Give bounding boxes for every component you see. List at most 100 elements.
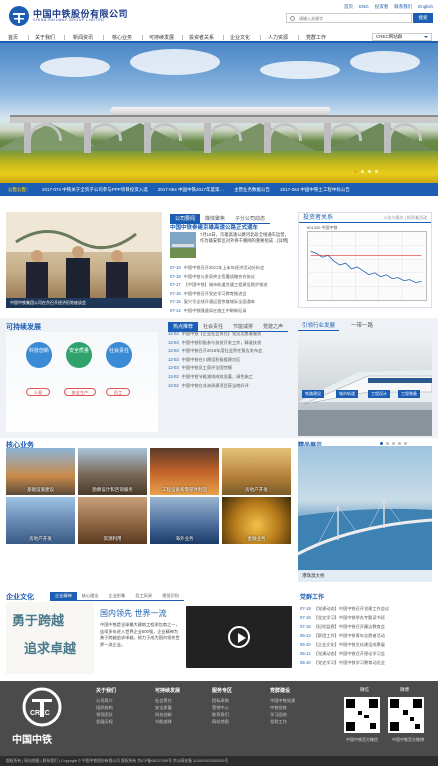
nav-about[interactable]: 关于我们: [35, 34, 55, 41]
pager-dot[interactable]: [368, 170, 371, 173]
footer-link[interactable]: 中铁党校: [270, 704, 295, 711]
biz-tile[interactable]: 资源利用: [78, 497, 147, 544]
footer-link[interactable]: 网站地图: [212, 718, 232, 725]
footer-link[interactable]: 科技创新: [155, 711, 180, 718]
list-item[interactable]: 07-15 复兴号全线开通运营京雄城际全面通车: [170, 298, 292, 307]
pager-dot[interactable]: [392, 442, 395, 445]
footer-link[interactable]: 安全质量: [155, 704, 180, 711]
nav-home[interactable]: 首页: [8, 34, 18, 41]
footer-link[interactable]: 组织结构: [96, 704, 116, 711]
list-item[interactable]: 12-03 中国中铁员工获评全国劳模: [168, 364, 294, 373]
top-link-contact[interactable]: 联系我们: [394, 4, 412, 10]
sustain-title[interactable]: 可持续发展: [6, 322, 41, 332]
tab-vi[interactable]: 视觉识别: [157, 592, 184, 601]
search-button[interactable]: 搜索: [413, 13, 433, 23]
list-item[interactable]: 07-19 【党建动态】中国中铁召开党建工作会议: [300, 604, 432, 613]
tab-image[interactable]: 企业形象: [103, 592, 131, 601]
oval-staff[interactable]: 员工: [106, 388, 130, 396]
list-item[interactable]: 12-03 中国中铁积极参与扶贫开发工作，精准扶贫: [168, 339, 294, 348]
search-input[interactable]: [287, 14, 411, 22]
nav-business[interactable]: 核心业务: [112, 34, 132, 41]
biz-tile[interactable]: 勘察设计和咨询服务: [78, 448, 147, 495]
list-item[interactable]: 05-12 【党建动态】中国中铁召开理论学习会: [300, 649, 432, 658]
circle-safety[interactable]: 安全质量: [66, 342, 92, 368]
list-item[interactable]: 07-18 中国中铁与多家央企签署战略合作协议: [170, 273, 292, 282]
news-photo[interactable]: 中国中铁集团公司在京召开经济形势座谈会: [6, 212, 162, 308]
tab-belt-road[interactable]: 一带一路: [347, 320, 377, 331]
list-item[interactable]: 07-16 【纪检监察】中国中铁召开廉洁教育会: [300, 622, 432, 631]
oval-safety[interactable]: 安全生产: [64, 388, 96, 396]
footer-link[interactable]: 发展历程: [96, 718, 116, 725]
culture-title[interactable]: 企业文化: [6, 592, 34, 602]
party-title[interactable]: 党群工作: [300, 592, 324, 601]
list-item[interactable]: 12-03 中国中铁召开2016年度社会责任报告发布会: [168, 347, 294, 356]
list-item[interactable]: 06-10 【企业文化】中国中铁文化建设成果展: [300, 640, 432, 649]
headline-thumbnail[interactable]: [170, 232, 196, 258]
tab-industry-lead[interactable]: 引领行业发展: [298, 320, 340, 331]
list-item[interactable]: 12-03 中国中铁【企业社会责任】党员志愿者服务: [168, 330, 294, 339]
list-item[interactable]: 07-17 【中国中铁】城市轨道交通工程建设稳步推进: [170, 281, 292, 290]
list-item[interactable]: 07-14 中国中铁隧道局在施工中刷新纪录: [170, 307, 292, 316]
list-item[interactable]: 05-10 【党史学习】中国中铁学习教育动员会: [300, 658, 432, 667]
biz-tile[interactable]: 金融业务: [222, 497, 291, 544]
footer-link[interactable]: 中国中铁党建: [270, 697, 295, 704]
list-item[interactable]: 07-16 中国中铁召开党史学习教育推进会: [170, 290, 292, 299]
tab-spirit[interactable]: 企业精神: [50, 592, 77, 601]
footer-link[interactable]: 社会责任: [155, 697, 180, 704]
circle-tech[interactable]: 科技创新: [26, 342, 52, 368]
top-link-english[interactable]: English: [418, 4, 433, 10]
pager-dot[interactable]: [354, 170, 357, 173]
footer-link[interactable]: 联系我们: [212, 711, 232, 718]
top-link-home[interactable]: 首页: [344, 4, 353, 10]
nav-culture[interactable]: 企业文化: [230, 34, 250, 41]
top-link-investor[interactable]: 投资者: [375, 4, 389, 10]
stock-chart[interactable]: [307, 231, 427, 301]
crec-logo-icon[interactable]: [8, 5, 30, 27]
footer-link[interactable]: 招标采购: [212, 697, 232, 704]
nav-party[interactable]: 党群工作: [306, 34, 326, 41]
badge-design[interactable]: 工程设计: [368, 390, 390, 398]
footer-link[interactable]: 营销中心: [212, 704, 232, 711]
tab-core[interactable]: 核心理念: [76, 592, 104, 601]
biz-tile[interactable]: 房地产开发: [222, 448, 291, 495]
investor-sub-links[interactable]: 公告与股东 | 投资者活动: [384, 215, 427, 221]
biz-tile[interactable]: 房地产开发: [6, 497, 75, 544]
nav-sustain[interactable]: 可持续发展: [149, 34, 174, 41]
top-link-eng[interactable]: ENG: [359, 4, 369, 10]
hero-banner[interactable]: [0, 43, 438, 183]
list-item[interactable]: 07-19 中国中铁召开2021年上半年经济活动分析会: [170, 264, 292, 273]
pager-dot[interactable]: [361, 170, 364, 173]
pager-dot[interactable]: [380, 442, 383, 445]
footer-link[interactable]: 学习园地: [270, 711, 295, 718]
nav-investor[interactable]: 投资者关系: [189, 34, 214, 41]
biz-tile[interactable]: 工程设备和零部件制造: [150, 448, 219, 495]
notice-item[interactable]: 主营业务数据公告: [234, 183, 270, 196]
fine-image[interactable]: 港珠澳大桥: [293, 446, 433, 582]
nav-hr[interactable]: 人力资源: [268, 34, 288, 41]
footer-link[interactable]: 节能减排: [155, 718, 180, 725]
footer-link[interactable]: 领导团队: [96, 711, 116, 718]
pager-dot[interactable]: [386, 442, 389, 445]
play-icon[interactable]: [228, 626, 250, 648]
pager-dot[interactable]: [398, 442, 401, 445]
site-group-select[interactable]: CREC网站群: [372, 33, 432, 41]
pager-dot[interactable]: [375, 170, 378, 173]
footer-link[interactable]: 党群工作: [270, 718, 295, 725]
pager-dot[interactable]: [404, 442, 407, 445]
nav-news[interactable]: 新闻资讯: [73, 34, 93, 41]
oval-human[interactable]: 人权: [26, 388, 50, 396]
news-headline[interactable]: 中国中铁参建京雄高速公路正式通车: [170, 223, 290, 231]
list-item[interactable]: 12-03 中国中铁在川建设积极援建灾区: [168, 356, 294, 365]
badge-urban[interactable]: 城市轨道: [336, 390, 358, 398]
notice-item[interactable]: 2017-063 中国中铁土工程中标公告: [280, 183, 350, 196]
notice-item[interactable]: 2017-074 中铁关于全资子公司参与PPP项目投资入选: [42, 183, 148, 196]
badge-railway[interactable]: 铁路建设: [302, 390, 324, 398]
biz-tile[interactable]: 海外业务: [150, 497, 219, 544]
list-item[interactable]: 12-02 中国中铁节能减排成效显著，绿色施工: [168, 373, 294, 382]
biz-tile[interactable]: 基础设施建设: [6, 448, 75, 495]
list-item[interactable]: 07-16 【党史学习】中国中铁举办专题读书班: [300, 613, 432, 622]
culture-video[interactable]: [186, 606, 292, 668]
footer-link[interactable]: 公司简介: [96, 697, 116, 704]
list-item[interactable]: 12-02 中国中铁在非洲承建项目获当地好评: [168, 382, 294, 391]
tab-staff[interactable]: 员工风采: [130, 592, 158, 601]
